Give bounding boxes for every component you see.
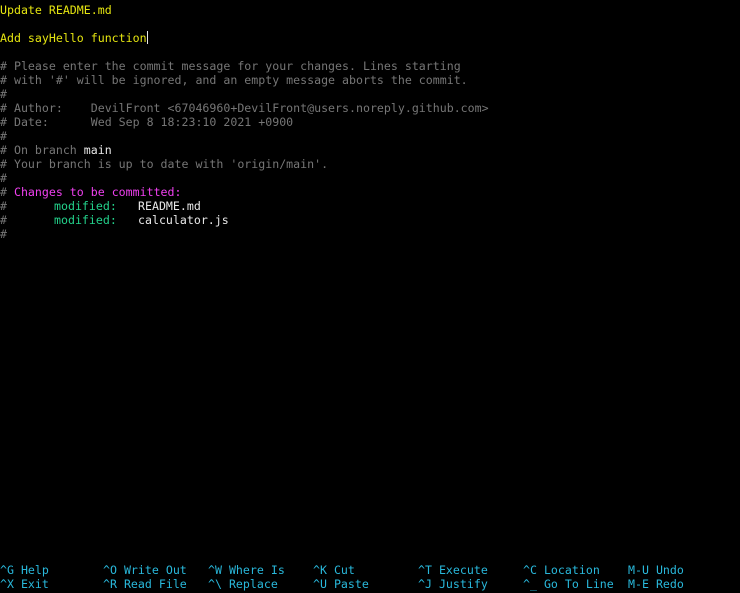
shortcut-paste[interactable]: ^U Paste [313,577,369,591]
comment-line: # [0,129,7,143]
changes-header-line: # Changes to be committed: [0,185,182,199]
branch-line: # On branch main [0,143,112,157]
comment-date-line: # Date: Wed Sep 8 18:23:10 2021 +0900 [0,115,294,129]
change-entry: # modified: calculator.js [0,213,229,227]
shortcut-execute[interactable]: ^T Execute [418,563,488,577]
commit-body-text: Add sayHello function [0,31,147,45]
comment-line: # [0,87,7,101]
commit-subject-line[interactable]: Update README.md [0,3,112,17]
text-cursor [146,31,148,44]
shortcut-read-file[interactable]: ^R Read File [103,577,187,591]
shortcut-label: Location [543,563,600,577]
comment-line: # [0,171,7,185]
shortcut-label: Justify [438,577,488,591]
change-file: calculator.js [138,213,229,227]
change-status: modified: [54,199,117,213]
comment-line: # Please enter the commit message for yo… [0,59,461,73]
shortcut-label: Go To Line [543,577,614,591]
shortcut-label: Where Is [228,563,285,577]
shortcut-key: ^K [313,563,327,577]
shortcut-write-out[interactable]: ^O Write Out [103,563,187,577]
shortcut-location[interactable]: ^C Location [523,563,600,577]
shortcut-justify[interactable]: ^J Justify [418,577,488,591]
shortcut-label: Exit [20,577,49,591]
shortcut-label: Write Out [123,563,187,577]
changes-header: Changes to be committed: [13,185,182,199]
shortcut-key: M-U [628,563,649,577]
shortcut-label: Replace [228,577,278,591]
branch-name: main [83,143,112,157]
change-status: modified: [54,213,117,227]
shortcut-label: Redo [655,577,684,591]
shortcut-key: ^_ [523,577,537,591]
shortcut-replace[interactable]: ^\ Replace [208,577,278,591]
shortcut-exit[interactable]: ^X Exit [0,577,49,591]
shortcut-where-is[interactable]: ^W Where Is [208,563,285,577]
commit-body-line[interactable]: Add sayHello function [0,31,148,45]
shortcut-redo[interactable]: M-E Redo [628,577,684,591]
comment-line: # [0,227,7,241]
shortcut-key: ^C [523,563,537,577]
comment-author-line: # Author: DevilFront <67046960+DevilFron… [0,101,489,115]
shortcut-key: ^R [103,577,117,591]
shortcut-go-to-line[interactable]: ^_ Go To Line [523,577,614,591]
comment-hash: # [0,213,7,227]
shortcut-key: ^T [418,563,432,577]
shortcut-key: ^X [0,577,14,591]
nano-editor-window[interactable]: Update README.md Add sayHello function #… [0,0,740,593]
shortcut-label: Undo [655,563,684,577]
shortcut-key: ^U [313,577,327,591]
shortcut-undo[interactable]: M-U Undo [628,563,684,577]
shortcut-label: Paste [333,577,369,591]
shortcut-key: M-E [628,577,649,591]
shortcut-key: ^\ [208,577,222,591]
shortcut-key: ^J [418,577,432,591]
comment-hash: # [0,185,14,199]
branch-prefix: # On branch [0,143,84,157]
change-file: README.md [138,199,201,213]
comment-hash: # [0,199,7,213]
shortcut-label: Cut [333,563,355,577]
shortcut-help[interactable]: ^G Help [0,563,49,577]
change-entry: # modified: README.md [0,199,201,213]
shortcut-label: Read File [123,577,187,591]
shortcut-label: Help [20,563,49,577]
shortcut-key: ^G [0,563,14,577]
shortcut-cut[interactable]: ^K Cut [313,563,355,577]
shortcut-key: ^O [103,563,117,577]
branch-status-line: # Your branch is up to date with 'origin… [0,157,329,171]
comment-line: # with '#' will be ignored, and an empty… [0,73,468,87]
shortcut-label: Execute [438,563,488,577]
shortcut-key: ^W [208,563,222,577]
